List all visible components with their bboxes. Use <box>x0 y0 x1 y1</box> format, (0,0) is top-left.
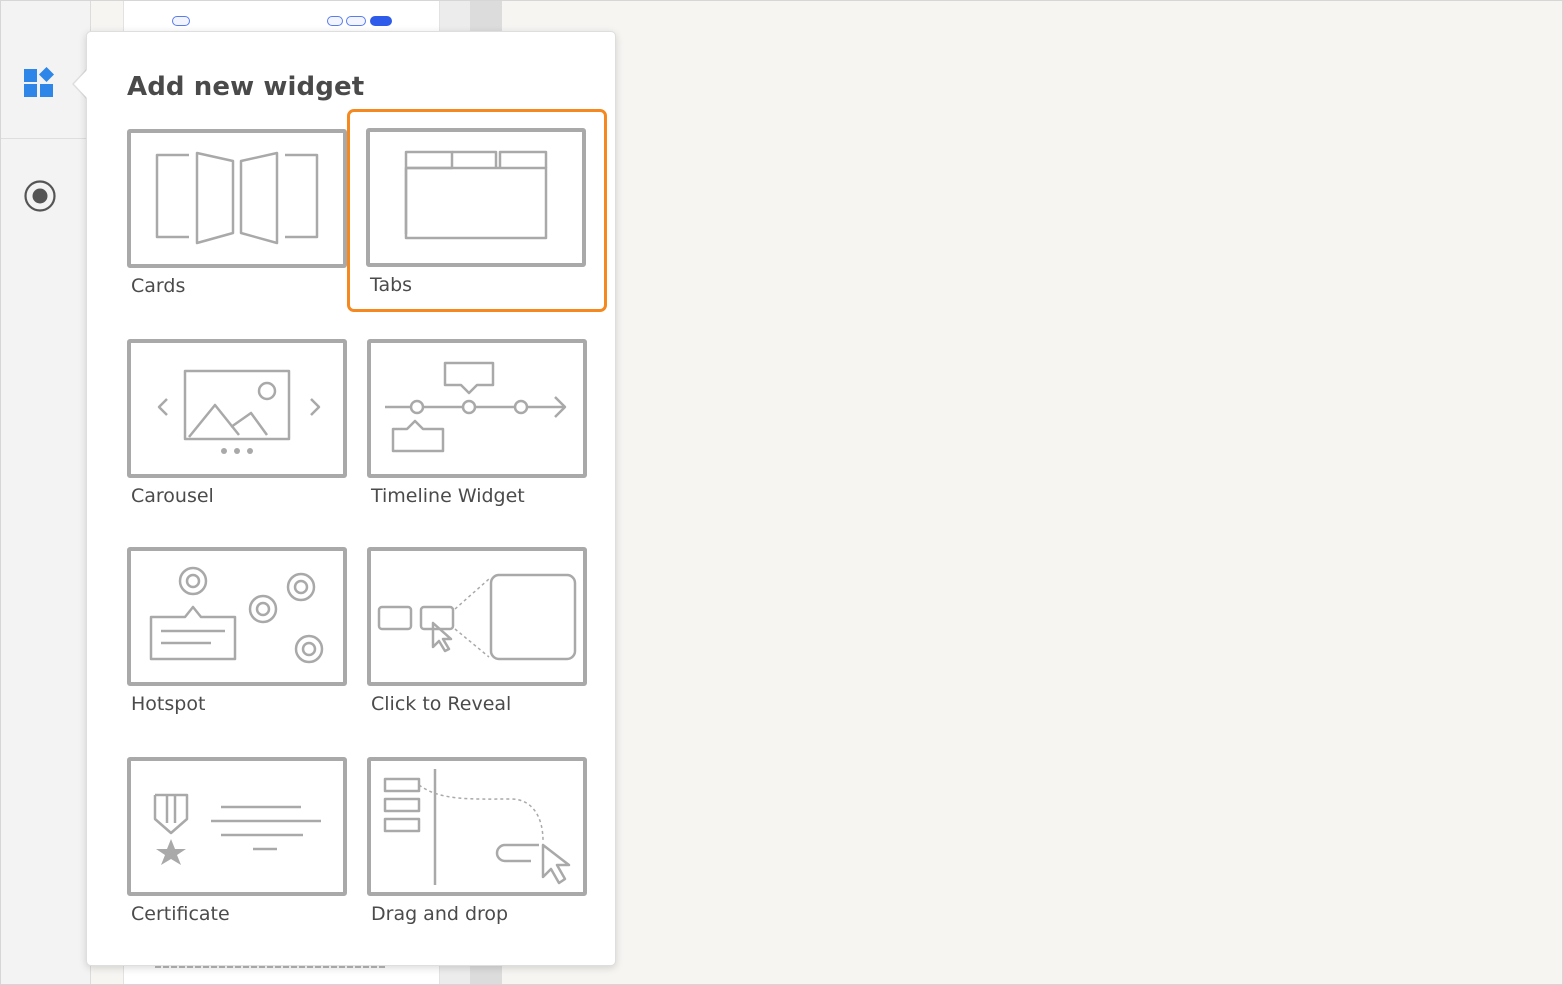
widget-drag-and-drop[interactable]: Drag and drop <box>367 757 587 937</box>
timeline-icon <box>385 361 567 453</box>
widget-label: Tabs <box>370 274 413 296</box>
widget-carousel[interactable]: Carousel <box>127 339 347 519</box>
widget-thumbnail <box>367 339 587 478</box>
widget-thumbnail <box>367 757 587 896</box>
tool-rail <box>0 0 91 985</box>
widget-label: Certificate <box>131 903 230 925</box>
widget-label: Click to Reveal <box>371 693 512 715</box>
widget-label: Hotspot <box>131 693 206 715</box>
popover-title: Add new widget <box>127 72 365 102</box>
hotspot-icon <box>149 566 324 664</box>
page-pill-active <box>370 16 392 26</box>
page-pill <box>172 16 190 26</box>
add-widget-popover: Add new widget Cards Tabs Carousel Timel… <box>86 31 616 966</box>
widget-thumbnail <box>127 129 347 268</box>
popover-arrow-fill <box>74 69 88 99</box>
widget-label: Drag and drop <box>371 903 509 925</box>
page-pill <box>327 16 343 26</box>
widget-thumbnail <box>127 339 347 478</box>
widget-hotspot[interactable]: Hotspot <box>127 547 347 727</box>
widget-thumbnail <box>366 128 586 267</box>
widget-thumbnail <box>367 547 587 686</box>
widget-certificate[interactable]: Certificate <box>127 757 347 937</box>
carousel-icon <box>157 369 321 454</box>
widget-click-to-reveal[interactable]: Click to Reveal <box>367 547 587 727</box>
widget-thumbnail <box>127 757 347 896</box>
widget-label: Timeline Widget <box>371 485 525 507</box>
widget-label: Carousel <box>131 485 214 507</box>
page-pill <box>346 16 366 26</box>
click-to-reveal-icon <box>377 573 577 661</box>
radio-icon[interactable] <box>22 178 58 214</box>
widget-cards[interactable]: Cards <box>127 129 347 309</box>
cards-icon <box>155 151 319 245</box>
widget-label: Cards <box>131 275 186 297</box>
widget-thumbnail <box>127 547 347 686</box>
rail-divider <box>0 138 90 139</box>
widget-timeline[interactable]: Timeline Widget <box>367 339 587 519</box>
drag-and-drop-icon <box>383 769 571 885</box>
widget-tabs[interactable]: Tabs <box>347 109 607 312</box>
widgets-icon[interactable] <box>22 66 56 100</box>
certificate-icon <box>153 793 321 865</box>
tabs-icon <box>404 150 548 240</box>
